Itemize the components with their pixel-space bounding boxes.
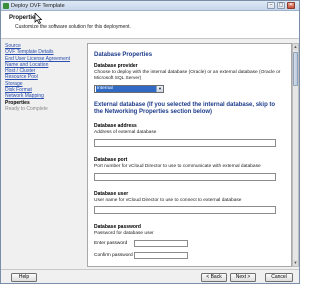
minimize-button[interactable]: – xyxy=(267,2,275,9)
wizard-header: Properties Customize the software soluti… xyxy=(1,11,299,39)
window-title: Deploy OVF Template xyxy=(11,3,65,9)
mouse-cursor-icon xyxy=(34,13,43,24)
properties-scrollbar[interactable]: ▲ ▼ xyxy=(292,43,299,267)
footer-divider xyxy=(1,269,299,270)
wizard-steps-nav: Source OVF Template Details End User Lic… xyxy=(5,43,85,267)
close-button[interactable]: ✕ xyxy=(287,2,295,9)
page-description: Customize the software solution for this… xyxy=(15,24,131,30)
external-db-heading: External database (If you selected the i… xyxy=(94,101,276,115)
scroll-up-icon[interactable]: ▲ xyxy=(293,44,298,50)
db-properties-heading: Database Properties xyxy=(94,52,153,58)
cancel-button[interactable]: Cancel xyxy=(265,273,293,282)
confirm-password-label: Confirm password xyxy=(94,253,133,259)
properties-panel: Database Properties Database provider Ch… xyxy=(87,43,292,267)
db-password-description: Password for database user xyxy=(94,231,154,237)
deploy-ovf-window: Deploy OVF Template – ▢ ✕ Properties Cus… xyxy=(0,0,300,284)
enter-password-input[interactable] xyxy=(134,240,188,248)
next-button[interactable]: Next > xyxy=(230,273,256,282)
confirm-password-input[interactable] xyxy=(134,252,188,260)
db-user-description: User name for vCloud Director to use to … xyxy=(94,197,242,203)
chevron-down-icon[interactable]: ▼ xyxy=(156,85,163,92)
db-provider-description: Choose to deploy with the internal datab… xyxy=(94,70,281,81)
db-provider-selected-value: internal xyxy=(96,85,156,92)
db-port-input[interactable] xyxy=(94,172,276,181)
db-port-description: Port number for vCloud Director to use t… xyxy=(94,163,261,169)
title-bar[interactable]: Deploy OVF Template – ▢ ✕ xyxy=(1,1,299,11)
db-user-input[interactable] xyxy=(94,206,276,215)
db-address-label: Database address xyxy=(94,123,137,129)
app-icon xyxy=(3,3,9,9)
help-button[interactable]: Help xyxy=(11,273,37,282)
enter-password-row: Enter password xyxy=(94,240,284,248)
nav-step-ready-to-complete: Ready to Complete xyxy=(5,105,48,112)
enter-password-label: Enter password xyxy=(94,241,128,247)
db-provider-select[interactable]: internal ▼ xyxy=(94,84,164,93)
db-provider-label: Database provider xyxy=(94,63,138,69)
db-address-description: Address of external database xyxy=(94,130,157,135)
db-password-label: Database password xyxy=(94,224,141,231)
confirm-password-row: Confirm password xyxy=(94,252,284,260)
scroll-down-icon[interactable]: ▼ xyxy=(293,260,298,266)
db-address-input[interactable] xyxy=(94,138,276,147)
scrollbar-thumb[interactable] xyxy=(293,52,298,86)
db-port-label: Database port xyxy=(94,156,128,163)
maximize-button[interactable]: ▢ xyxy=(277,2,285,9)
db-user-label: Database user xyxy=(94,190,129,197)
back-button[interactable]: < Back xyxy=(201,273,227,282)
properties-form: Database Properties Database provider Ch… xyxy=(94,52,284,264)
